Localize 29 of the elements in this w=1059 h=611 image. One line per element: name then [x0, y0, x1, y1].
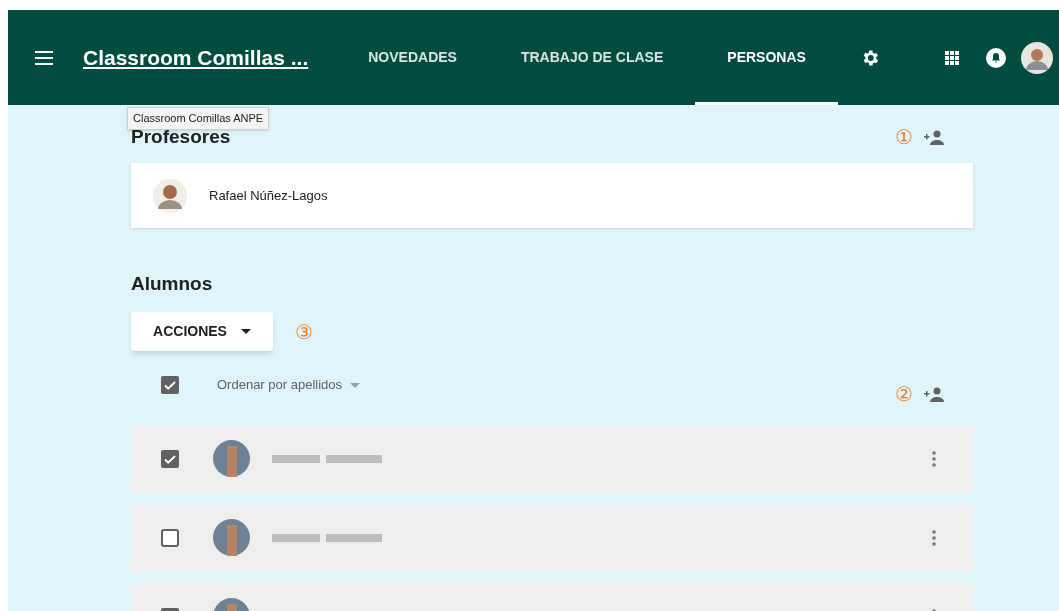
more-options-icon[interactable] [932, 529, 936, 546]
checkbox[interactable] [161, 528, 179, 547]
avatar-icon[interactable] [1020, 41, 1053, 74]
apps-grid-icon[interactable] [944, 50, 959, 65]
course-title-link[interactable]: Classroom Comillas ... [83, 41, 309, 74]
actions-dropdown-button[interactable]: ACCIONES [131, 312, 273, 351]
caret-icon [240, 329, 251, 334]
section-title: Alumnos [131, 272, 214, 294]
menu-icon[interactable] [35, 50, 53, 65]
avatar-icon [153, 178, 187, 213]
nav-tab[interactable]: NOVEDADES [336, 10, 489, 105]
teacher-name: Rafael Núñez-Lagos [209, 186, 328, 205]
avatar-icon [213, 519, 250, 556]
add-person-icon[interactable] [921, 386, 945, 402]
add-person-icon[interactable] [921, 129, 945, 145]
student-row[interactable] [131, 504, 973, 571]
annotation-number: ② [895, 382, 913, 407]
more-options-icon[interactable] [932, 450, 936, 467]
avatar-icon [213, 440, 250, 477]
caret-icon [350, 382, 361, 388]
sort-dropdown[interactable]: Ordenar por apellidos [217, 375, 361, 395]
checkbox[interactable] [161, 376, 179, 394]
student-row[interactable] [131, 425, 973, 492]
nav-tab[interactable]: TRABAJO DE CLASE [488, 10, 696, 105]
notifications-icon[interactable] [985, 47, 1006, 68]
checkbox[interactable] [161, 449, 179, 468]
tooltip: Classroom Comillas ANPE [127, 107, 270, 130]
annotation-number: ③ [295, 319, 313, 345]
annotation-number: ① [895, 125, 913, 150]
